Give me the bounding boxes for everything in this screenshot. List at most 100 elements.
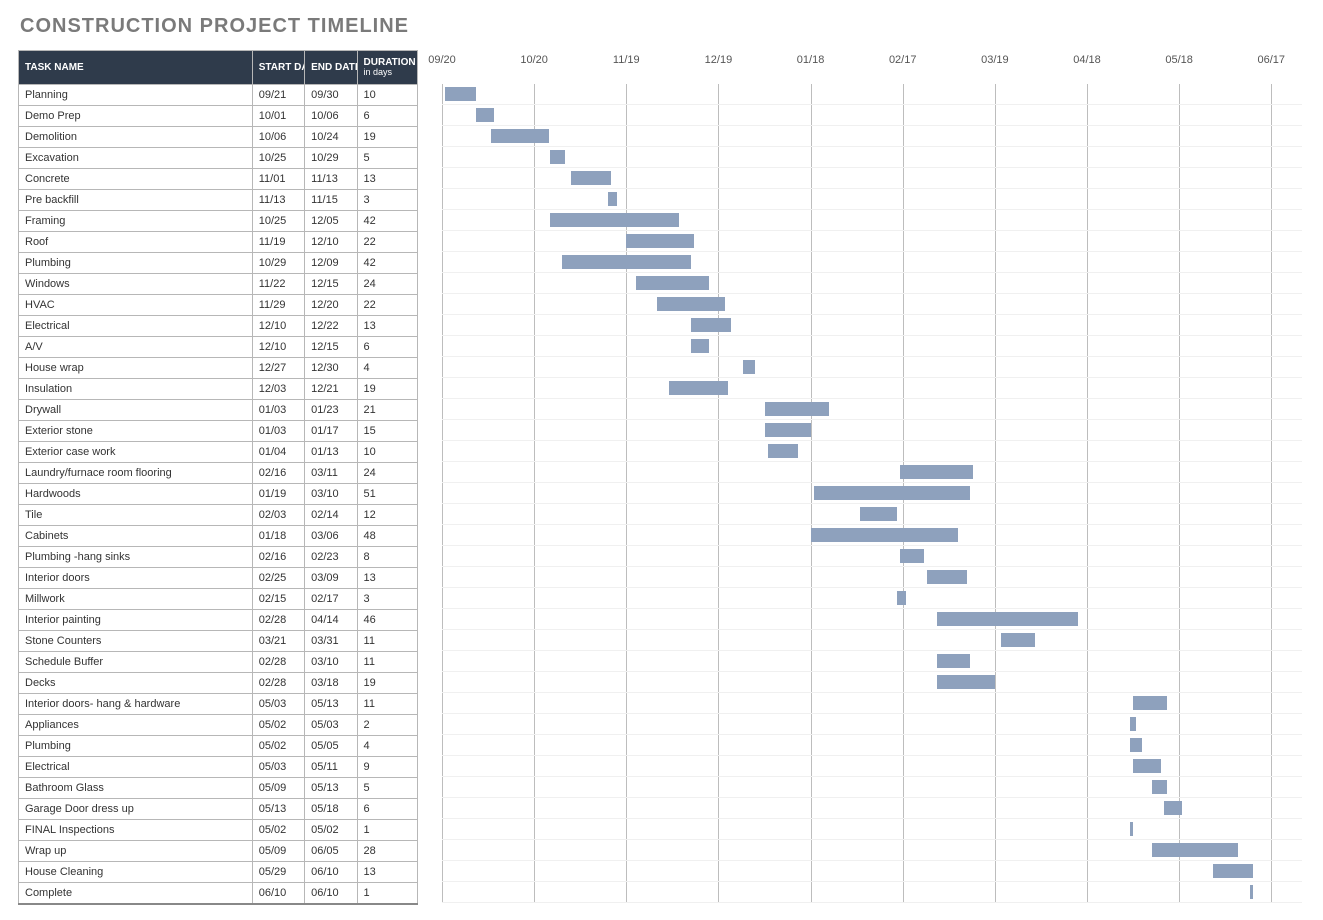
- cell-end: 05/13: [305, 694, 357, 715]
- gantt-row: [442, 105, 1302, 126]
- cell-start: 02/03: [252, 505, 304, 526]
- table-row: A/V12/1012/156: [19, 337, 418, 358]
- gantt-bar: [1152, 843, 1238, 857]
- gantt-body: [442, 84, 1302, 903]
- cell-start: 10/29: [252, 253, 304, 274]
- gantt-bar: [550, 150, 565, 164]
- cell-duration: 13: [357, 568, 417, 589]
- cell-task-name: Plumbing -hang sinks: [19, 547, 253, 568]
- gantt-row: [442, 210, 1302, 231]
- table-row: Framing10/2512/0542: [19, 211, 418, 232]
- gantt-bar: [669, 381, 727, 395]
- cell-duration: 13: [357, 862, 417, 883]
- table-row: Insulation12/0312/2119: [19, 379, 418, 400]
- gantt-row: [442, 693, 1302, 714]
- gantt-bar: [1133, 696, 1167, 710]
- table-row: Wrap up05/0906/0528: [19, 841, 418, 862]
- gantt-row: [442, 315, 1302, 336]
- cell-duration: 46: [357, 610, 417, 631]
- cell-start: 12/10: [252, 337, 304, 358]
- cell-end: 03/11: [305, 463, 357, 484]
- cell-end: 05/03: [305, 715, 357, 736]
- gantt-bar: [937, 675, 995, 689]
- cell-task-name: Laundry/furnace room flooring: [19, 463, 253, 484]
- cell-start: 09/21: [252, 85, 304, 106]
- cell-start: 05/03: [252, 694, 304, 715]
- gantt-row: [442, 126, 1302, 147]
- cell-duration: 42: [357, 253, 417, 274]
- gantt-row: [442, 357, 1302, 378]
- cell-duration: 4: [357, 736, 417, 757]
- gantt-row: [442, 630, 1302, 651]
- gantt-row: [442, 588, 1302, 609]
- axis-tick: 04/18: [1073, 54, 1101, 66]
- cell-start: 12/27: [252, 358, 304, 379]
- gantt-bar: [445, 87, 476, 101]
- table-row: Electrical12/1012/2213: [19, 316, 418, 337]
- col-duration: DURATION in days: [357, 51, 417, 85]
- cell-duration: 13: [357, 316, 417, 337]
- cell-end: 06/10: [305, 883, 357, 905]
- gantt-bar: [691, 339, 709, 353]
- cell-duration: 11: [357, 694, 417, 715]
- cell-start: 05/09: [252, 841, 304, 862]
- cell-end: 12/22: [305, 316, 357, 337]
- cell-duration: 6: [357, 337, 417, 358]
- cell-start: 05/03: [252, 757, 304, 778]
- cell-duration: 11: [357, 652, 417, 673]
- cell-duration: 22: [357, 232, 417, 253]
- cell-start: 01/19: [252, 484, 304, 505]
- table-row: Concrete11/0111/1313: [19, 169, 418, 190]
- cell-end: 06/05: [305, 841, 357, 862]
- cell-task-name: Schedule Buffer: [19, 652, 253, 673]
- task-table: TASK NAME START DATE END DATE DURATION i…: [18, 50, 418, 905]
- table-row: Plumbing -hang sinks02/1602/238: [19, 547, 418, 568]
- axis-tick: 05/18: [1165, 54, 1193, 66]
- cell-start: 02/28: [252, 673, 304, 694]
- table-row: Interior painting02/2804/1446: [19, 610, 418, 631]
- cell-duration: 21: [357, 400, 417, 421]
- cell-duration: 19: [357, 379, 417, 400]
- cell-end: 02/17: [305, 589, 357, 610]
- cell-start: 02/16: [252, 547, 304, 568]
- cell-end: 12/15: [305, 274, 357, 295]
- gantt-bar: [562, 255, 691, 269]
- gantt-bar: [768, 444, 799, 458]
- cell-start: 11/01: [252, 169, 304, 190]
- gantt-bar: [1130, 717, 1136, 731]
- table-row: Electrical05/0305/119: [19, 757, 418, 778]
- gantt-bar: [811, 528, 958, 542]
- gantt-row: [442, 483, 1302, 504]
- gantt-row: [442, 861, 1302, 882]
- page-title: CONSTRUCTION PROJECT TIMELINE: [20, 15, 1305, 38]
- gantt-row: [442, 168, 1302, 189]
- table-row: Windows11/2212/1524: [19, 274, 418, 295]
- gantt-row: [442, 735, 1302, 756]
- cell-end: 06/10: [305, 862, 357, 883]
- axis-tick: 02/17: [889, 54, 917, 66]
- cell-task-name: Cabinets: [19, 526, 253, 547]
- cell-end: 12/20: [305, 295, 357, 316]
- cell-duration: 10: [357, 442, 417, 463]
- cell-start: 03/21: [252, 631, 304, 652]
- cell-start: 01/18: [252, 526, 304, 547]
- col-start-date: START DATE: [252, 51, 304, 85]
- gantt-bar: [1164, 801, 1182, 815]
- table-row: House Cleaning05/2906/1013: [19, 862, 418, 883]
- cell-end: 03/06: [305, 526, 357, 547]
- cell-end: 04/14: [305, 610, 357, 631]
- table-row: Hardwoods01/1903/1051: [19, 484, 418, 505]
- cell-start: 05/29: [252, 862, 304, 883]
- cell-task-name: Drywall: [19, 400, 253, 421]
- gantt-bar: [571, 171, 611, 185]
- cell-end: 12/15: [305, 337, 357, 358]
- table-row: FINAL Inspections05/0205/021: [19, 820, 418, 841]
- cell-end: 12/05: [305, 211, 357, 232]
- gantt-row: [442, 525, 1302, 546]
- cell-start: 05/02: [252, 820, 304, 841]
- cell-end: 03/18: [305, 673, 357, 694]
- cell-duration: 19: [357, 673, 417, 694]
- gantt-chart: 09/2010/2011/1912/1901/1802/1703/1904/18…: [442, 50, 1302, 903]
- gantt-row: [442, 798, 1302, 819]
- table-row: Stone Counters03/2103/3111: [19, 631, 418, 652]
